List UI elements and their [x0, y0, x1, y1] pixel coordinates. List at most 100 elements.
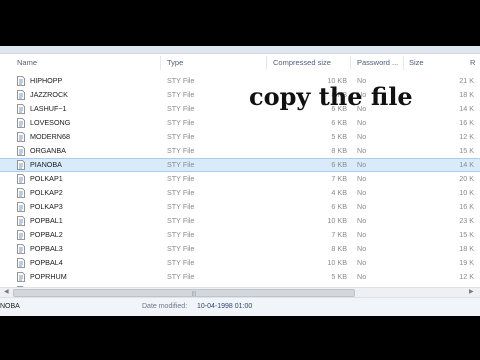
column-header-name[interactable]: Name	[17, 58, 37, 67]
column-divider[interactable]	[266, 56, 267, 70]
file-compressed-size: 10 KB	[327, 216, 347, 225]
file-row[interactable]: POPBAL3 STY File 8 KB No 18 K	[0, 242, 480, 256]
horizontal-scrollbar[interactable]: ◀ ||| ▶	[0, 287, 480, 297]
file-name: ORGANBA	[30, 146, 66, 155]
status-date-value: 10-04-1998 01:00	[197, 303, 253, 310]
file-icon	[17, 160, 25, 170]
file-icon	[17, 132, 25, 142]
file-size: 15 K	[459, 230, 474, 239]
file-compressed-size: 5 KB	[331, 272, 347, 281]
file-compressed-size: 8 KB	[331, 244, 347, 253]
overlay-caption: copy the file	[249, 82, 413, 111]
file-size: 12 K	[459, 272, 474, 281]
column-header-ratio[interactable]: R	[470, 58, 475, 67]
file-compressed-size: 4 KB	[331, 188, 347, 197]
column-header-password[interactable]: Password ...	[357, 58, 398, 67]
column-divider[interactable]	[160, 56, 161, 70]
file-password: No	[357, 230, 367, 239]
file-type: STY File	[167, 160, 195, 169]
scroll-left-arrow-icon[interactable]: ◀	[4, 288, 9, 297]
column-header-compressed-size[interactable]: Compressed size	[273, 58, 331, 67]
file-icon	[17, 174, 25, 184]
file-row[interactable]: MODERN68 STY File 5 KB No 12 K	[0, 130, 480, 144]
file-name: MODERN68	[30, 132, 70, 141]
file-size: 18 K	[459, 244, 474, 253]
file-name: POPBAL1	[30, 216, 63, 225]
file-password: No	[357, 202, 367, 211]
file-name: PIANOBA	[30, 160, 62, 169]
file-name: POLKAP1	[30, 174, 63, 183]
file-type: STY File	[167, 230, 195, 239]
file-row[interactable]: ORGANBA STY File 8 KB No 15 K	[0, 144, 480, 158]
status-date-label: Date modified:	[142, 303, 188, 310]
file-icon	[17, 104, 25, 114]
file-compressed-size: 6 KB	[331, 118, 347, 127]
file-icon	[17, 272, 25, 282]
file-type: STY File	[167, 272, 195, 281]
file-compressed-size: 6 KB	[331, 160, 347, 169]
file-type: STY File	[167, 244, 195, 253]
file-row[interactable]: POLKAP1 STY File 7 KB No 20 K	[0, 172, 480, 186]
file-password: No	[357, 118, 367, 127]
file-type: STY File	[167, 118, 195, 127]
file-name: JAZZROCK	[30, 90, 68, 99]
file-icon	[17, 230, 25, 240]
column-header-type[interactable]: Type	[167, 58, 183, 67]
file-name: POPRHUM	[30, 272, 67, 281]
column-header-size[interactable]: Size	[409, 58, 424, 67]
file-type: STY File	[167, 258, 195, 267]
file-icon	[17, 202, 25, 212]
file-name: POLKAP3	[30, 202, 63, 211]
file-type: STY File	[167, 132, 195, 141]
file-password: No	[357, 188, 367, 197]
file-type: STY File	[167, 188, 195, 197]
file-name: POPBAL2	[30, 230, 63, 239]
file-password: No	[357, 244, 367, 253]
column-header-row: Name Type Compressed size Password ... S…	[0, 54, 480, 72]
file-size: 14 K	[459, 104, 474, 113]
file-size: 14 K	[459, 160, 474, 169]
file-size: 15 K	[459, 146, 474, 155]
file-type: STY File	[167, 146, 195, 155]
file-name: LASHUF~1	[30, 104, 67, 113]
file-row[interactable]: POLKAP2 STY File 4 KB No 10 K	[0, 186, 480, 200]
file-type: STY File	[167, 90, 195, 99]
column-divider[interactable]	[403, 56, 404, 70]
file-size: 16 K	[459, 202, 474, 211]
file-type: STY File	[167, 104, 195, 113]
file-size: 16 K	[459, 118, 474, 127]
file-row[interactable]: POPBAL4 STY File 10 KB No 19 K	[0, 256, 480, 270]
file-password: No	[357, 174, 367, 183]
file-row[interactable]: PIANOBA STY File 6 KB No 14 K	[0, 158, 480, 172]
file-size: 10 K	[459, 188, 474, 197]
file-row[interactable]: POPBAL2 STY File 7 KB No 15 K	[0, 228, 480, 242]
file-compressed-size: 10 KB	[327, 258, 347, 267]
file-size: 21 K	[459, 76, 474, 85]
file-icon	[17, 90, 25, 100]
file-password: No	[357, 146, 367, 155]
scrollbar-thumb[interactable]: |||	[13, 289, 355, 297]
file-size: 20 K	[459, 174, 474, 183]
scroll-right-arrow-icon[interactable]: ▶	[469, 288, 474, 297]
file-size: 19 K	[459, 258, 474, 267]
file-type: STY File	[167, 202, 195, 211]
file-password: No	[357, 160, 367, 169]
toolbar-strip	[0, 46, 480, 54]
file-icon	[17, 76, 25, 86]
file-icon	[17, 188, 25, 198]
file-icon	[17, 146, 25, 156]
file-type: STY File	[167, 76, 195, 85]
file-name: POLKAP2	[30, 188, 63, 197]
file-size: 18 K	[459, 90, 474, 99]
file-size: 23 K	[459, 216, 474, 225]
column-divider[interactable]	[350, 56, 351, 70]
file-row[interactable]: POPRHUM STY File 5 KB No 12 K	[0, 270, 480, 284]
file-name: POPBAL3	[30, 244, 63, 253]
file-row[interactable]: POPBAL1 STY File 10 KB No 23 K	[0, 214, 480, 228]
file-row[interactable]: LOVESONG STY File 6 KB No 16 K	[0, 116, 480, 130]
file-row[interactable]: POLKAP3 STY File 6 KB No 16 K	[0, 200, 480, 214]
file-compressed-size: 8 KB	[331, 146, 347, 155]
status-bar: NOBA Date modified: 10-04-1998 01:00	[0, 297, 480, 316]
file-type: STY File	[167, 216, 195, 225]
file-password: No	[357, 272, 367, 281]
